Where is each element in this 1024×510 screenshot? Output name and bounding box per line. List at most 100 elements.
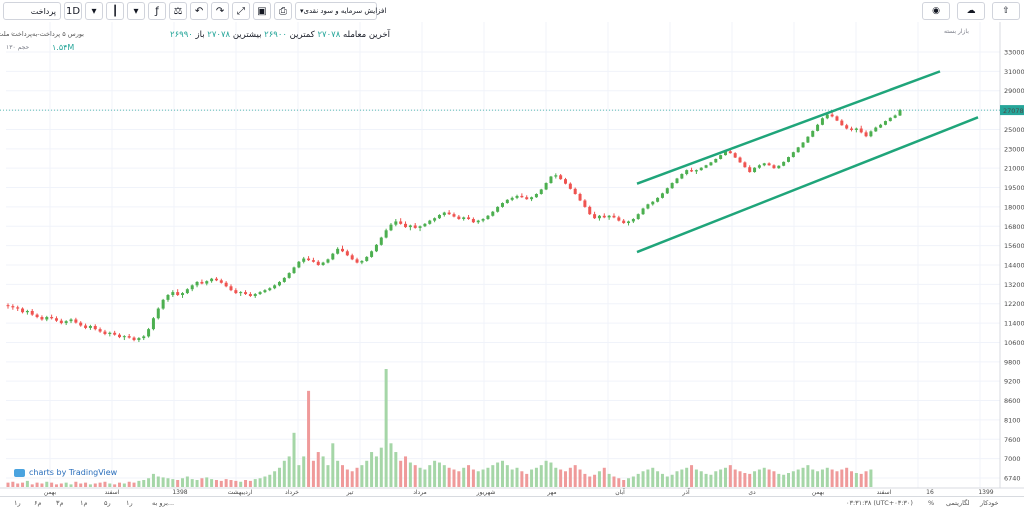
candle-body — [98, 329, 102, 332]
volume-bar — [30, 484, 34, 487]
chevron-down-icon[interactable]: ▾ — [85, 2, 103, 20]
candle-body — [321, 262, 325, 265]
price-tick-label: 14400 — [1004, 262, 1024, 270]
volume-bar — [801, 467, 805, 487]
candle-body — [88, 325, 92, 328]
price-tick-label: 31000 — [1004, 68, 1024, 76]
high-label: بیشترین — [232, 30, 262, 40]
print-icon[interactable]: ⎙ — [274, 2, 292, 20]
price-tick-label: 7000 — [1004, 455, 1021, 463]
volume-bar — [646, 469, 650, 487]
log-scale-button[interactable]: لگاریتمی — [946, 499, 970, 507]
interval-button[interactable]: 1D — [64, 2, 82, 20]
candle-body — [408, 225, 412, 228]
chevron-down-icon[interactable]: ▾ — [127, 2, 145, 20]
volume-bar — [515, 467, 519, 487]
range-button[interactable]: ۶م — [34, 499, 42, 507]
volume-bar — [777, 473, 781, 487]
volume-bar — [442, 465, 446, 487]
volume-bar — [811, 469, 815, 487]
camera-icon[interactable]: ◉ — [922, 2, 950, 20]
candle-body — [845, 125, 849, 129]
candle-body — [520, 195, 524, 198]
candle-body — [816, 124, 820, 131]
candle-body — [340, 248, 345, 252]
undo-icon[interactable]: ↶ — [190, 2, 208, 20]
open-value: ۲۶۹۹۰ — [170, 30, 193, 40]
candle-body — [307, 258, 311, 261]
symbol-title: بورس ۵ پرداخت-به‌پرداخت ملت — [0, 30, 84, 38]
tradingview-attribution[interactable]: charts by TradingView — [14, 468, 117, 477]
range-button[interactable]: ۱ر — [14, 499, 21, 507]
candle-body — [515, 195, 519, 198]
candle-body — [185, 289, 189, 294]
range-button[interactable]: ۵ر — [104, 499, 111, 507]
candle-body — [239, 292, 243, 294]
volume-bar — [520, 471, 524, 487]
price-chart[interactable]: 33000 31000 29000 25000 23000 21000 19500 18000… — [0, 22, 1024, 496]
candle-body — [796, 147, 800, 153]
candle-body — [530, 197, 534, 200]
candle-body — [84, 325, 88, 328]
indicators-icon[interactable]: ƒ — [148, 2, 166, 20]
candle-body — [437, 214, 441, 219]
volume-bar — [530, 469, 534, 487]
candle-body — [627, 221, 631, 224]
volume-bar — [641, 471, 645, 487]
candle-body — [205, 281, 209, 284]
volume-bar — [525, 473, 529, 487]
volume-bar — [311, 460, 315, 487]
volume-bar — [181, 478, 185, 487]
candle-body — [69, 319, 73, 322]
candle-body — [457, 216, 461, 220]
candle-body — [709, 162, 713, 166]
volume-bar — [496, 462, 500, 487]
time-tick-label: خرداد — [285, 489, 299, 496]
candle-body — [195, 281, 199, 286]
candle-body — [345, 251, 349, 256]
volume-bar — [437, 462, 441, 487]
volume-bar — [840, 469, 844, 487]
fullscreen-icon[interactable]: ⤢ — [232, 2, 250, 20]
volume-bar — [64, 482, 68, 487]
volume-bar — [743, 473, 747, 487]
time-tick-label: تیر — [346, 489, 354, 496]
volume-bar — [481, 469, 485, 487]
range-button[interactable]: ۱ر — [126, 499, 133, 507]
volume-bar — [651, 467, 655, 487]
volume-bar — [21, 482, 25, 487]
compare-icon[interactable]: ⚖ — [169, 2, 187, 20]
volume-bar — [597, 471, 601, 487]
redo-icon[interactable]: ↷ — [211, 2, 229, 20]
candle-body — [767, 163, 771, 166]
chart-background — [0, 22, 1024, 496]
volume-bar — [714, 471, 718, 487]
candle-body — [399, 221, 403, 224]
candle-body — [365, 256, 369, 261]
save-icon[interactable]: ▣ — [253, 2, 271, 20]
cloud-icon[interactable]: ☁ — [957, 2, 985, 20]
candle-body — [418, 226, 422, 228]
candle-body — [694, 170, 698, 172]
candle-body — [840, 120, 844, 126]
auto-scale-button[interactable]: خودکار — [980, 499, 998, 507]
volume-bar — [723, 467, 727, 487]
candle-body — [11, 306, 15, 308]
goto-date-button[interactable]: برو به... — [152, 499, 174, 507]
volume-bar — [583, 473, 587, 487]
dividends-dropdown[interactable]: ▾ افزایش سرمایه و سود نقدی — [295, 2, 386, 20]
candle-body — [748, 167, 752, 173]
range-button[interactable]: ۳م — [56, 499, 64, 507]
percent-button[interactable]: % — [928, 499, 934, 507]
candles-icon[interactable]: ┃ — [106, 2, 124, 20]
cloud-upload-icon[interactable]: ⇧ — [992, 2, 1020, 20]
time-tick-label: شهریور — [476, 489, 496, 496]
candle-body — [549, 176, 553, 184]
price-tick-label: 9200 — [1004, 378, 1021, 386]
symbol-input[interactable]: پرداخت — [3, 2, 61, 20]
range-button[interactable]: ۱م — [80, 499, 88, 507]
time-tick-label: 1398 — [172, 489, 187, 496]
candle-body — [641, 208, 645, 215]
candle-body — [316, 261, 320, 265]
price-tick-label: 13200 — [1004, 281, 1024, 289]
